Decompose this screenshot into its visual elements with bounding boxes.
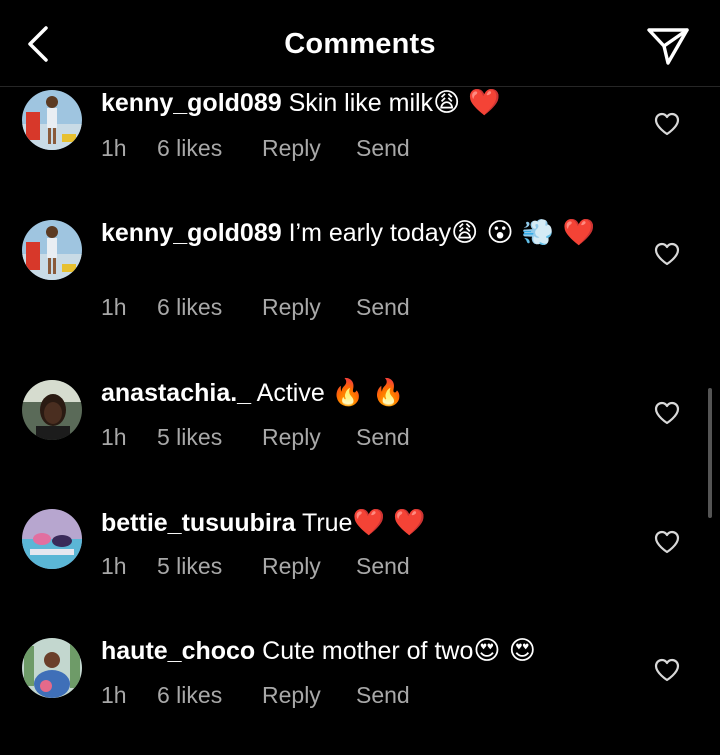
comments-list[interactable]: kenny_gold089 Skin like milk😩 ❤️ 1h 6 li… [0, 86, 720, 755]
comment-text: haute_choco Cute mother of two😍 😍 [101, 634, 621, 668]
avatar[interactable] [22, 90, 82, 150]
paper-plane-icon [647, 28, 689, 65]
like-button[interactable] [652, 399, 682, 427]
comment-body: I’m early today [281, 219, 452, 247]
heart-icon [654, 658, 680, 682]
comment-time: 1h [101, 294, 127, 320]
heart-icon [654, 112, 680, 136]
comment-time: 1h [101, 424, 127, 450]
comment-meta: 1h 6 likes Reply Send [101, 135, 410, 162]
like-button[interactable] [652, 110, 682, 138]
avatar-image [22, 90, 82, 150]
avatar-image [22, 638, 82, 698]
comment-emojis: 😩 😮 💨 ❤️ [451, 218, 595, 248]
send-button[interactable]: Send [356, 294, 410, 321]
comment-body: Active [251, 379, 325, 407]
reply-button[interactable]: Reply [262, 553, 356, 580]
comment-meta: 1h 6 likes Reply Send [101, 294, 410, 321]
comment-likes[interactable]: 5 likes [157, 553, 262, 580]
comment-likes[interactable]: 6 likes [157, 682, 262, 709]
like-button[interactable] [652, 240, 682, 268]
comment-username[interactable]: haute_choco [101, 637, 255, 665]
avatar[interactable] [22, 380, 82, 440]
send-button[interactable]: Send [356, 553, 410, 580]
heart-icon [654, 530, 680, 554]
comment-meta: 1h 5 likes Reply Send [101, 424, 410, 451]
comment-text: bettie_tusuubira True❤️ ❤️ [101, 506, 621, 540]
comment-username[interactable]: anastachia._ [101, 379, 251, 407]
comment-meta: 1h 5 likes Reply Send [101, 553, 410, 580]
reply-button[interactable]: Reply [262, 682, 356, 709]
reply-button[interactable]: Reply [262, 424, 356, 451]
comment-username[interactable]: kenny_gold089 [101, 89, 282, 117]
share-button[interactable] [644, 22, 692, 70]
comment-likes[interactable]: 6 likes [157, 135, 262, 162]
like-button[interactable] [652, 528, 682, 556]
comment-time: 1h [101, 135, 127, 161]
comment-time: 1h [101, 553, 127, 579]
comment-item: kenny_gold089 I’m early today😩 😮 💨 ❤️ 1h… [0, 216, 720, 376]
avatar[interactable] [22, 509, 82, 569]
reply-button[interactable]: Reply [262, 135, 356, 162]
comment-emojis: 😍 😍 [473, 636, 536, 666]
send-button[interactable]: Send [356, 682, 410, 709]
comment-item: anastachia._ Active 🔥 🔥 1h 5 likes Reply… [0, 376, 720, 506]
comment-body: Cute mother of two [255, 637, 474, 665]
avatar-image [22, 509, 82, 569]
send-button[interactable]: Send [356, 424, 410, 451]
comment-item: haute_choco Cute mother of two😍 😍 1h 6 l… [0, 634, 720, 755]
comment-username[interactable]: kenny_gold089 [101, 219, 282, 247]
comment-likes[interactable]: 5 likes [157, 424, 262, 451]
reply-button[interactable]: Reply [262, 294, 356, 321]
comment-time: 1h [101, 682, 127, 708]
heart-icon [654, 242, 680, 266]
comment-item: bettie_tusuubira True❤️ ❤️ 1h 5 likes Re… [0, 506, 720, 634]
like-button[interactable] [652, 656, 682, 684]
comment-body: True [295, 509, 353, 537]
avatar-image [22, 380, 82, 440]
send-button[interactable]: Send [356, 135, 410, 162]
comment-text: kenny_gold089 Skin like milk😩 ❤️ [101, 86, 621, 120]
page-title: Comments [284, 28, 436, 60]
comment-text: kenny_gold089 I’m early today😩 😮 💨 ❤️ [101, 216, 606, 250]
comment-emojis: 😩 ❤️ [433, 88, 501, 118]
comment-emojis: 🔥 🔥 [331, 378, 405, 408]
avatar[interactable] [22, 220, 82, 280]
comment-username[interactable]: bettie_tusuubira [101, 509, 295, 537]
avatar-image [22, 220, 82, 280]
comment-item: kenny_gold089 Skin like milk😩 ❤️ 1h 6 li… [0, 86, 720, 216]
comment-text: anastachia._ Active 🔥 🔥 [101, 376, 621, 410]
avatar[interactable] [22, 638, 82, 698]
comments-header: Comments [0, 0, 720, 87]
heart-icon [654, 401, 680, 425]
comment-emojis: ❤️ ❤️ [352, 508, 426, 538]
comment-meta: 1h 6 likes Reply Send [101, 682, 410, 709]
comment-likes[interactable]: 6 likes [157, 294, 262, 321]
scrollbar[interactable] [708, 388, 712, 518]
comment-body: Skin like milk [281, 89, 434, 117]
